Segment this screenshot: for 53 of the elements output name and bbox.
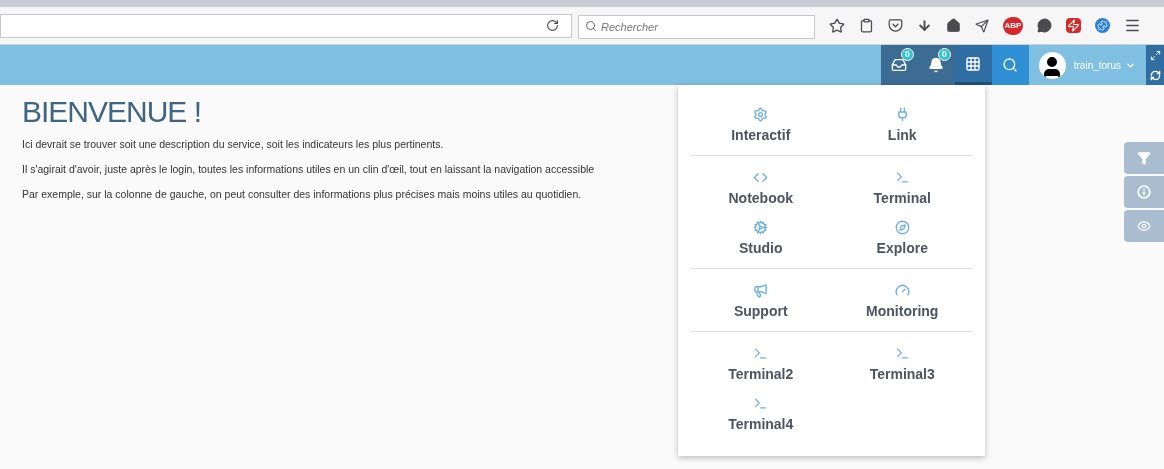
avatar-icon	[1038, 51, 1066, 79]
count-badge: 0	[900, 48, 914, 61]
search-field[interactable]: Rechercher	[578, 14, 815, 39]
clipboard-icon[interactable]	[859, 18, 874, 33]
app-link[interactable]: Link	[831, 99, 973, 149]
download-icon[interactable]	[917, 18, 932, 33]
paragraph: Il s'agirait d'avoir, juste après le login, toutes les informations utiles en un clin d'œil, tout en laissant la navigation accessible	[22, 161, 595, 177]
send-icon[interactable]	[975, 18, 989, 33]
refresh-icon[interactable]	[1149, 69, 1161, 81]
paragraph: Par exemple, sur la colonne de gauche, on peut consulter des informations plus précises mais moins utiles au quotidien.	[22, 186, 582, 202]
chat-icon[interactable]	[1037, 18, 1052, 33]
app-link[interactable]: Support	[690, 275, 832, 325]
gears-icon	[753, 219, 769, 235]
pocket-icon[interactable]	[888, 18, 903, 33]
gear-icon	[753, 106, 769, 122]
adblock-badge[interactable]: ABP	[1003, 16, 1023, 35]
bookmark-star-icon[interactable]	[829, 17, 845, 34]
app-link[interactable]: Interactif	[690, 99, 832, 149]
app-link[interactable]: Terminal4	[690, 388, 832, 438]
inbox-icon	[891, 57, 908, 73]
terminal-icon	[894, 169, 910, 185]
home-icon[interactable]	[946, 18, 961, 33]
header-button[interactable]	[954, 45, 992, 85]
terminal-icon	[753, 345, 769, 361]
paragraph: Ici devrait se trouver soit une description du service, soit les indicateurs les plus pertinents.	[22, 137, 444, 152]
megaphone-icon	[753, 282, 769, 298]
app-link[interactable]: Terminal	[831, 162, 973, 212]
page-title: BIENVENUE !	[22, 94, 202, 130]
puzzle-icon[interactable]	[1095, 18, 1110, 33]
address-field[interactable]	[0, 13, 572, 38]
compass-icon	[894, 219, 910, 235]
header-button[interactable]	[991, 45, 1029, 85]
flash-icon[interactable]	[1066, 18, 1081, 33]
app-link[interactable]: Terminal3	[831, 338, 973, 388]
eye-icon	[1137, 219, 1151, 233]
app-link[interactable]: Explore	[831, 212, 973, 262]
app-link[interactable]: Studio	[690, 212, 832, 262]
gauge-icon	[894, 282, 910, 298]
reload-icon[interactable]	[546, 19, 559, 32]
filter-icon	[1137, 151, 1151, 165]
expand-icon[interactable]	[1149, 49, 1161, 61]
app-link[interactable]: Terminal2	[690, 338, 832, 388]
menu-icon[interactable]	[1124, 17, 1141, 34]
info-icon	[1137, 185, 1151, 199]
app-link[interactable]: Monitoring	[831, 275, 973, 325]
search-icon	[585, 19, 597, 32]
search-icon	[1002, 57, 1019, 73]
grid-icon	[965, 55, 982, 72]
terminal-icon	[753, 395, 769, 411]
app-link[interactable]: Notebook	[690, 162, 832, 212]
terminal-icon	[894, 345, 910, 361]
bell-icon	[928, 57, 945, 73]
count-badge: 0	[937, 48, 951, 61]
